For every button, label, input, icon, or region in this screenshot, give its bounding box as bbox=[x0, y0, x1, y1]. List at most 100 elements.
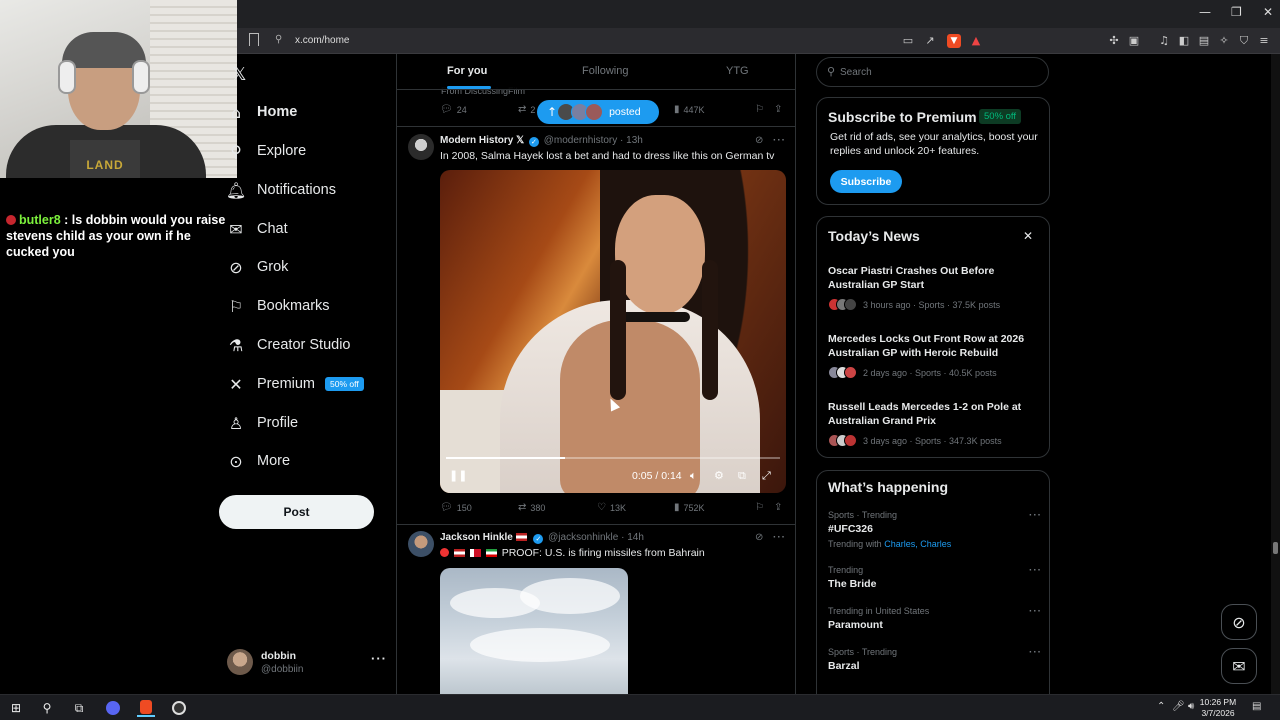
headset-left bbox=[58, 60, 76, 94]
post-time[interactable]: 14h bbox=[627, 532, 644, 543]
tweet-image[interactable] bbox=[440, 568, 628, 694]
nav-premium[interactable]: ✕ Premium 50% off bbox=[220, 370, 364, 398]
trend-item[interactable]: Sports · Trending Barzal ··· bbox=[828, 647, 1042, 672]
news-item[interactable]: Mercedes Locks Out Front Row at 2026 Aus… bbox=[828, 333, 1042, 379]
trend-with-link[interactable]: Charles, Charles bbox=[884, 539, 951, 549]
notifications-icon[interactable]: ▤ bbox=[1252, 701, 1261, 712]
extensions-icon[interactable]: ✣ bbox=[1107, 34, 1121, 48]
tray-chevron-icon[interactable]: ⌃ bbox=[1157, 701, 1165, 712]
settings-gear-icon[interactable]: ⚙ bbox=[714, 469, 724, 482]
picture-in-picture-icon[interactable]: ⧉ bbox=[738, 469, 746, 483]
subscribe-button[interactable]: Subscribe bbox=[830, 170, 902, 193]
discord-icon[interactable] bbox=[104, 699, 122, 717]
minimize-icon[interactable]: — bbox=[1199, 5, 1211, 19]
grok-icon[interactable]: ⊘ bbox=[755, 135, 763, 146]
tab-ytg[interactable]: YTG bbox=[726, 65, 749, 77]
more-dots-icon[interactable]: ··· bbox=[1029, 647, 1042, 658]
more-dots-icon[interactable]: ··· bbox=[371, 651, 387, 666]
pause-icon[interactable]: ❚❚ bbox=[449, 469, 467, 482]
search-input[interactable]: ⚲ Search bbox=[816, 57, 1049, 87]
nav-more[interactable]: ⊙ More bbox=[220, 447, 290, 475]
messages-float-button[interactable]: ✉ bbox=[1221, 648, 1257, 684]
x-logo-icon[interactable]: 𝕏 bbox=[232, 64, 247, 85]
brave-rewards-icon[interactable]: ▲ bbox=[969, 34, 983, 48]
like-button[interactable]: ♡ 13K bbox=[597, 502, 626, 513]
more-dots-icon[interactable]: ··· bbox=[773, 532, 786, 543]
news-item[interactable]: Russell Leads Mercedes 1-2 on Pole at Au… bbox=[828, 401, 1042, 447]
task-view-icon[interactable]: ⧉ bbox=[70, 699, 88, 717]
address-bar[interactable]: x.com/home bbox=[295, 35, 349, 46]
microphone-icon[interactable]: 🎤︎ bbox=[1172, 701, 1185, 712]
repost-button[interactable]: ⇄ 2 bbox=[518, 104, 535, 115]
close-window-icon[interactable]: ✕ bbox=[1263, 5, 1273, 19]
bookmark-button[interactable]: ⚐ bbox=[755, 502, 764, 513]
brave-shields-icon[interactable]: ▼ bbox=[947, 34, 961, 48]
views-button[interactable]: ▮ 752K bbox=[674, 502, 705, 513]
reply-icon: 💬︎ bbox=[440, 104, 453, 115]
tab-icon[interactable]: ▣ bbox=[1127, 34, 1141, 48]
grok-float-button[interactable]: ⊘ bbox=[1221, 604, 1257, 640]
nav-creator-studio[interactable]: ⚗ Creator Studio bbox=[220, 331, 351, 359]
vpn-icon[interactable]: ⛉ bbox=[1237, 34, 1251, 48]
trend-item[interactable]: Sports · Trending #UFC326 Trending with … bbox=[828, 510, 1042, 549]
nav-home[interactable]: ⌂ Home bbox=[220, 98, 297, 126]
repost-button[interactable]: ⇄ 380 bbox=[518, 502, 545, 513]
share-button[interactable]: ⇪ bbox=[774, 502, 782, 513]
video-progress-fill bbox=[446, 457, 566, 459]
more-dots-icon[interactable]: ··· bbox=[1029, 606, 1042, 617]
taskbar-clock[interactable]: 10:26 PM 3/7/2026 bbox=[1196, 697, 1240, 719]
account-switcher[interactable]: dobbin @dobbiin ··· bbox=[227, 648, 387, 678]
video-player[interactable]: ❚❚ 0:05 / 0:14 🔈︎ ⚙ ⧉ ⤢ bbox=[440, 170, 786, 493]
sidebar-icon[interactable]: ◧ bbox=[1177, 34, 1191, 48]
nav-bookmarks[interactable]: ⚐ Bookmarks bbox=[220, 292, 330, 320]
fullscreen-icon[interactable]: ⤢ bbox=[762, 469, 771, 483]
nav-explore[interactable]: ⚲ Explore bbox=[220, 137, 306, 165]
author-name[interactable]: Modern History bbox=[440, 135, 513, 146]
reply-button[interactable]: 💬︎ 24 bbox=[440, 104, 467, 115]
menu-icon[interactable]: ≡ bbox=[1257, 34, 1271, 48]
cast-icon[interactable]: ▭ bbox=[901, 34, 915, 48]
post-time[interactable]: 13h bbox=[626, 135, 643, 146]
nav-grok[interactable]: ⊘ Grok bbox=[220, 253, 288, 281]
share-icon[interactable]: ↗ bbox=[923, 34, 937, 48]
media-icon[interactable]: ♫ bbox=[1157, 34, 1171, 48]
author-handle[interactable]: @jacksonhinkle bbox=[548, 532, 618, 543]
nav-profile[interactable]: ♙ Profile bbox=[220, 409, 298, 437]
nav-notifications[interactable]: 🔔︎ Notifications bbox=[220, 176, 336, 204]
grok-icon[interactable]: ⊘ bbox=[755, 532, 763, 543]
tab-for-you[interactable]: For you bbox=[447, 65, 487, 77]
scroll-thumb[interactable] bbox=[1273, 542, 1278, 554]
search-icon[interactable]: ⚲ bbox=[38, 699, 56, 717]
more-dots-icon[interactable]: ··· bbox=[1029, 565, 1042, 576]
nav-chat[interactable]: ✉ Chat bbox=[220, 215, 287, 243]
brave-browser-icon[interactable] bbox=[137, 699, 155, 717]
avatar[interactable] bbox=[408, 134, 434, 160]
post-button[interactable]: Post bbox=[219, 495, 374, 529]
bookmark-page-icon[interactable] bbox=[249, 33, 259, 46]
reply-button[interactable]: 💬︎ 150 bbox=[440, 502, 472, 513]
windows-start-icon[interactable]: ⊞ bbox=[7, 699, 25, 717]
close-icon[interactable]: ✕ bbox=[1023, 229, 1033, 243]
scrollbar[interactable] bbox=[1271, 54, 1280, 694]
restore-icon[interactable]: ❐ bbox=[1231, 5, 1242, 19]
bookmark-button[interactable]: ⚐ bbox=[755, 104, 764, 115]
tab-following[interactable]: Following bbox=[582, 65, 628, 77]
author-name[interactable]: Jackson Hinkle bbox=[440, 532, 513, 543]
speaker-icon[interactable]: 🔊︎ bbox=[1188, 701, 1194, 712]
new-posts-pill[interactable]: ↑ posted bbox=[537, 100, 659, 124]
avatar[interactable] bbox=[408, 531, 434, 557]
volume-icon[interactable]: 🔈︎ bbox=[690, 469, 697, 483]
views-button[interactable]: ▮ 447K bbox=[674, 104, 705, 115]
obs-icon[interactable] bbox=[170, 699, 188, 717]
more-dots-icon[interactable]: ··· bbox=[1029, 510, 1042, 521]
site-settings-icon[interactable]: ⚲ bbox=[275, 34, 282, 45]
author-handle[interactable]: @modernhistory bbox=[544, 135, 618, 146]
trend-item[interactable]: Trending The Bride ··· bbox=[828, 565, 1042, 590]
trend-item[interactable]: Trending in United States Paramount ··· bbox=[828, 606, 1042, 631]
video-progress-bar[interactable] bbox=[446, 457, 780, 459]
news-item[interactable]: Oscar Piastri Crashes Out Before Austral… bbox=[828, 265, 1042, 311]
leo-icon[interactable]: ✧ bbox=[1217, 34, 1231, 48]
share-button[interactable]: ⇪ bbox=[774, 104, 782, 115]
more-dots-icon[interactable]: ··· bbox=[773, 135, 786, 146]
wallet-icon[interactable]: ▤ bbox=[1197, 34, 1211, 48]
